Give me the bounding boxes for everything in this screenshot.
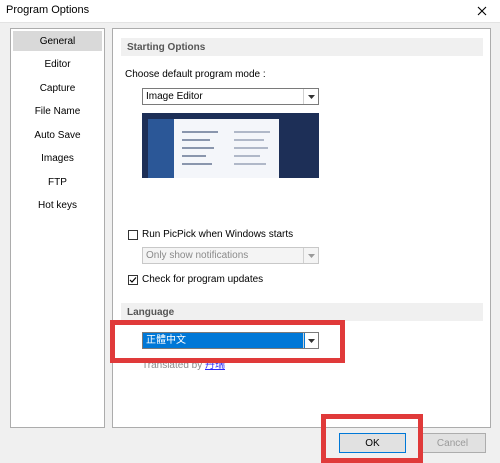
checkmark-icon [129, 277, 137, 283]
chevron-down-icon [303, 89, 318, 104]
check-updates-checkbox[interactable] [128, 275, 138, 285]
starting-options-heading: Starting Options [121, 38, 483, 56]
options-nav: General Editor Capture File Name Auto Sa… [10, 28, 105, 428]
program-mode-value: Image Editor [146, 91, 203, 102]
title-bar: Program Options [0, 0, 500, 23]
chevron-down-icon [303, 248, 318, 263]
notifications-select[interactable]: Only show notifications [142, 247, 319, 264]
close-icon [477, 6, 487, 16]
cancel-button[interactable]: Cancel [419, 433, 486, 453]
window-title: Program Options [6, 4, 90, 16]
program-mode-select[interactable]: Image Editor [142, 88, 319, 105]
run-on-start-label: Run PicPick when Windows starts [142, 229, 294, 240]
mode-label: Choose default program mode : [125, 69, 266, 80]
mode-preview-image [142, 113, 319, 178]
ok-highlight-box [321, 414, 423, 463]
notifications-value: Only show notifications [146, 250, 249, 261]
check-updates-label: Check for program updates [142, 274, 264, 285]
general-options-panel: Starting Options Choose default program … [110, 28, 491, 428]
run-on-start-checkbox[interactable] [128, 230, 138, 240]
nav-item-editor[interactable]: Editor [13, 54, 102, 74]
nav-item-file-name[interactable]: File Name [13, 101, 102, 121]
language-heading: Language [121, 303, 483, 321]
nav-item-ftp[interactable]: FTP [13, 172, 102, 192]
nav-item-hot-keys[interactable]: Hot keys [13, 195, 102, 215]
nav-item-capture[interactable]: Capture [13, 78, 102, 98]
close-button[interactable] [464, 0, 500, 22]
language-highlight-box [110, 320, 345, 363]
nav-item-general[interactable]: General [13, 31, 102, 51]
nav-item-auto-save[interactable]: Auto Save [13, 125, 102, 145]
nav-item-images[interactable]: Images [13, 148, 102, 168]
